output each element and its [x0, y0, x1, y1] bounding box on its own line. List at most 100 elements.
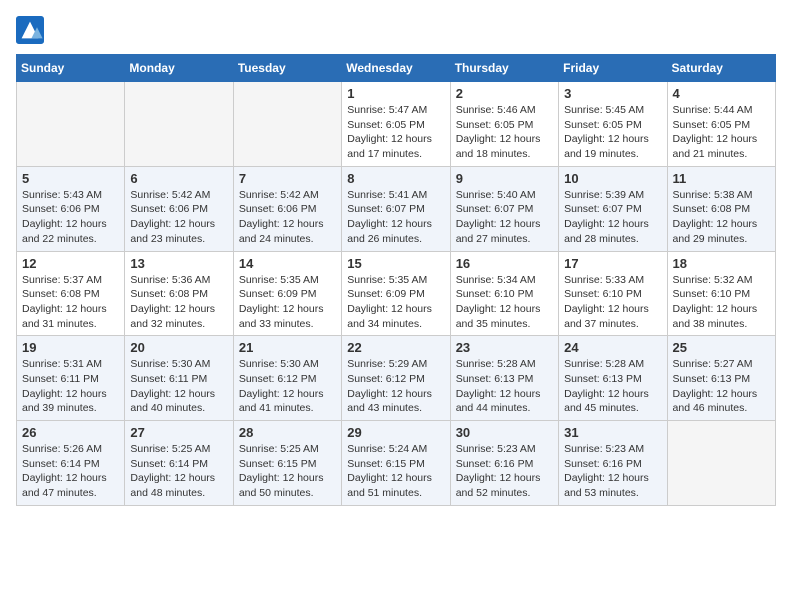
day-cell: 11 Sunrise: 5:38 AMSunset: 6:08 PMDayligh… — [667, 166, 775, 251]
day-cell: 20 Sunrise: 5:30 AMSunset: 6:11 PMDayligh… — [125, 336, 233, 421]
day-cell: 15 Sunrise: 5:35 AMSunset: 6:09 PMDayligh… — [342, 251, 450, 336]
day-info: Sunrise: 5:29 AMSunset: 6:12 PMDaylight:… — [347, 357, 444, 416]
day-info: Sunrise: 5:26 AMSunset: 6:14 PMDaylight:… — [22, 442, 119, 501]
day-cell: 17 Sunrise: 5:33 AMSunset: 6:10 PMDayligh… — [559, 251, 667, 336]
weekday-header-sunday: Sunday — [17, 55, 125, 82]
day-number: 26 — [22, 425, 119, 440]
day-cell: 14 Sunrise: 5:35 AMSunset: 6:09 PMDayligh… — [233, 251, 341, 336]
day-number: 20 — [130, 340, 227, 355]
day-cell: 12Sunrise: 5:37 AMSunset: 6:08 PMDayligh… — [17, 251, 125, 336]
day-number: 31 — [564, 425, 661, 440]
day-info: Sunrise: 5:25 AMSunset: 6:14 PMDaylight:… — [130, 442, 227, 501]
day-number: 17 — [564, 256, 661, 271]
weekday-header-monday: Monday — [125, 55, 233, 82]
day-cell: 5 Sunrise: 5:43 AMSunset: 6:06 PMDaylight… — [17, 166, 125, 251]
day-number: 5 — [22, 171, 119, 186]
day-cell: 26 Sunrise: 5:26 AMSunset: 6:14 PMDayligh… — [17, 421, 125, 506]
day-info: Sunrise: 5:47 AMSunset: 6:05 PMDaylight:… — [347, 103, 444, 162]
day-cell: 13 Sunrise: 5:36 AMSunset: 6:08 PMDayligh… — [125, 251, 233, 336]
logo — [16, 16, 48, 44]
day-info: Sunrise: 5:40 AMSunset: 6:07 PMDaylight:… — [456, 188, 553, 247]
day-info: Sunrise: 5:35 AMSunset: 6:09 PMDaylight:… — [347, 273, 444, 332]
day-number: 28 — [239, 425, 336, 440]
weekday-header-row: SundayMondayTuesdayWednesdayThursdayFrid… — [17, 55, 776, 82]
day-cell: 16Sunrise: 5:34 AMSunset: 6:10 PMDayligh… — [450, 251, 558, 336]
day-number: 13 — [130, 256, 227, 271]
day-cell: 22 Sunrise: 5:29 AMSunset: 6:12 PMDayligh… — [342, 336, 450, 421]
day-cell: 10 Sunrise: 5:39 AMSunset: 6:07 PMDayligh… — [559, 166, 667, 251]
day-number: 16 — [456, 256, 553, 271]
day-cell: 2 Sunrise: 5:46 AMSunset: 6:05 PMDaylight… — [450, 82, 558, 167]
day-info: Sunrise: 5:31 AMSunset: 6:11 PMDaylight:… — [22, 357, 119, 416]
day-cell: 24 Sunrise: 5:28 AMSunset: 6:13 PMDayligh… — [559, 336, 667, 421]
day-number: 4 — [673, 86, 770, 101]
calendar-week-row: 1 Sunrise: 5:47 AMSunset: 6:05 PMDaylight… — [17, 82, 776, 167]
day-cell: 30 Sunrise: 5:23 AMSunset: 6:16 PMDayligh… — [450, 421, 558, 506]
empty-cell — [125, 82, 233, 167]
day-number: 30 — [456, 425, 553, 440]
weekday-header-wednesday: Wednesday — [342, 55, 450, 82]
day-number: 18 — [673, 256, 770, 271]
day-number: 1 — [347, 86, 444, 101]
day-cell: 1 Sunrise: 5:47 AMSunset: 6:05 PMDaylight… — [342, 82, 450, 167]
page-header — [16, 16, 776, 44]
day-info: Sunrise: 5:25 AMSunset: 6:15 PMDaylight:… — [239, 442, 336, 501]
calendar-week-row: 19 Sunrise: 5:31 AMSunset: 6:11 PMDayligh… — [17, 336, 776, 421]
empty-cell — [667, 421, 775, 506]
day-number: 7 — [239, 171, 336, 186]
calendar-week-row: 26 Sunrise: 5:26 AMSunset: 6:14 PMDayligh… — [17, 421, 776, 506]
day-number: 9 — [456, 171, 553, 186]
day-cell: 25Sunrise: 5:27 AMSunset: 6:13 PMDayligh… — [667, 336, 775, 421]
day-info: Sunrise: 5:46 AMSunset: 6:05 PMDaylight:… — [456, 103, 553, 162]
day-cell: 23 Sunrise: 5:28 AMSunset: 6:13 PMDayligh… — [450, 336, 558, 421]
day-number: 6 — [130, 171, 227, 186]
day-info: Sunrise: 5:30 AMSunset: 6:12 PMDaylight:… — [239, 357, 336, 416]
day-number: 11 — [673, 171, 770, 186]
day-number: 2 — [456, 86, 553, 101]
day-info: Sunrise: 5:39 AMSunset: 6:07 PMDaylight:… — [564, 188, 661, 247]
day-number: 14 — [239, 256, 336, 271]
day-number: 25 — [673, 340, 770, 355]
day-cell: 7 Sunrise: 5:42 AMSunset: 6:06 PMDaylight… — [233, 166, 341, 251]
day-number: 15 — [347, 256, 444, 271]
day-cell: 31 Sunrise: 5:23 AMSunset: 6:16 PMDayligh… — [559, 421, 667, 506]
weekday-header-saturday: Saturday — [667, 55, 775, 82]
day-info: Sunrise: 5:42 AMSunset: 6:06 PMDaylight:… — [239, 188, 336, 247]
day-info: Sunrise: 5:42 AMSunset: 6:06 PMDaylight:… — [130, 188, 227, 247]
day-info: Sunrise: 5:45 AMSunset: 6:05 PMDaylight:… — [564, 103, 661, 162]
day-number: 8 — [347, 171, 444, 186]
day-cell: 4Sunrise: 5:44 AMSunset: 6:05 PMDaylight… — [667, 82, 775, 167]
day-info: Sunrise: 5:23 AMSunset: 6:16 PMDaylight:… — [564, 442, 661, 501]
calendar-week-row: 5 Sunrise: 5:43 AMSunset: 6:06 PMDaylight… — [17, 166, 776, 251]
day-cell: 3Sunrise: 5:45 AMSunset: 6:05 PMDaylight… — [559, 82, 667, 167]
day-info: Sunrise: 5:30 AMSunset: 6:11 PMDaylight:… — [130, 357, 227, 416]
day-number: 23 — [456, 340, 553, 355]
day-info: Sunrise: 5:33 AMSunset: 6:10 PMDaylight:… — [564, 273, 661, 332]
day-number: 19 — [22, 340, 119, 355]
calendar-table: SundayMondayTuesdayWednesdayThursdayFrid… — [16, 54, 776, 506]
day-info: Sunrise: 5:38 AMSunset: 6:08 PMDaylight:… — [673, 188, 770, 247]
day-cell: 29Sunrise: 5:24 AMSunset: 6:15 PMDayligh… — [342, 421, 450, 506]
day-number: 24 — [564, 340, 661, 355]
day-cell: 27 Sunrise: 5:25 AMSunset: 6:14 PMDayligh… — [125, 421, 233, 506]
day-cell: 8Sunrise: 5:41 AMSunset: 6:07 PMDaylight… — [342, 166, 450, 251]
day-number: 12 — [22, 256, 119, 271]
day-info: Sunrise: 5:23 AMSunset: 6:16 PMDaylight:… — [456, 442, 553, 501]
day-cell: 19 Sunrise: 5:31 AMSunset: 6:11 PMDayligh… — [17, 336, 125, 421]
day-number: 10 — [564, 171, 661, 186]
day-number: 27 — [130, 425, 227, 440]
day-number: 21 — [239, 340, 336, 355]
weekday-header-tuesday: Tuesday — [233, 55, 341, 82]
day-cell: 18 Sunrise: 5:32 AMSunset: 6:10 PMDayligh… — [667, 251, 775, 336]
day-info: Sunrise: 5:28 AMSunset: 6:13 PMDaylight:… — [456, 357, 553, 416]
day-info: Sunrise: 5:36 AMSunset: 6:08 PMDaylight:… — [130, 273, 227, 332]
day-number: 22 — [347, 340, 444, 355]
day-cell: 6 Sunrise: 5:42 AMSunset: 6:06 PMDaylight… — [125, 166, 233, 251]
empty-cell — [17, 82, 125, 167]
day-info: Sunrise: 5:32 AMSunset: 6:10 PMDaylight:… — [673, 273, 770, 332]
day-info: Sunrise: 5:28 AMSunset: 6:13 PMDaylight:… — [564, 357, 661, 416]
day-info: Sunrise: 5:35 AMSunset: 6:09 PMDaylight:… — [239, 273, 336, 332]
day-info: Sunrise: 5:43 AMSunset: 6:06 PMDaylight:… — [22, 188, 119, 247]
day-cell: 28 Sunrise: 5:25 AMSunset: 6:15 PMDayligh… — [233, 421, 341, 506]
day-number: 29 — [347, 425, 444, 440]
